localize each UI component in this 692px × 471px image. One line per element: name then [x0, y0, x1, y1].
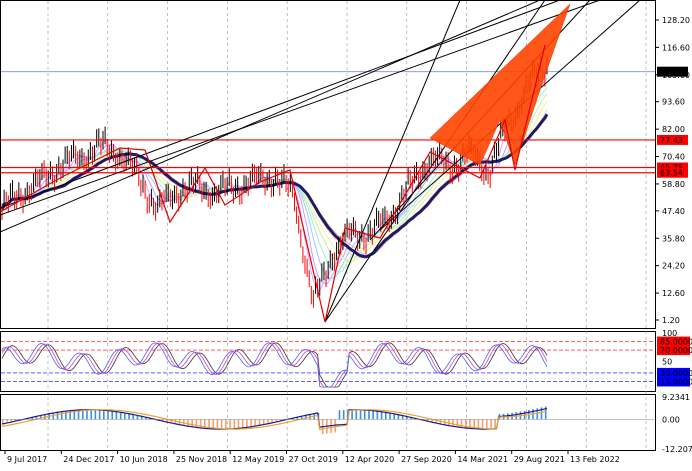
macd-histogram-bar: [246, 419, 248, 428]
macd-histogram-bar: [452, 419, 454, 427]
macd-histogram-bar: [103, 410, 105, 420]
macd-histogram-bar: [376, 411, 379, 420]
price-axis-label: 116.60: [662, 43, 690, 52]
price-axis-label: 1.20: [662, 316, 680, 325]
price-axis-label: 35.80: [662, 234, 685, 243]
macd-histogram-bar: [225, 419, 227, 430]
chart-canvas[interactable]: 128.20116.60105.0093.6082.0070.4058.8047…: [0, 0, 692, 467]
time-axis-label: 10 Jun 2018: [120, 455, 168, 464]
macd-histogram-bar: [254, 419, 257, 427]
rsi-axis-label: 50: [662, 358, 672, 367]
trading-chart-window[interactable]: 128.20116.60105.0093.6082.0070.4058.8047…: [0, 0, 692, 467]
macd-axis-label: 0.00: [662, 415, 680, 424]
time-axis-label: 13 Feb 2022: [570, 455, 620, 464]
time-axis-label: 12 May 2019: [232, 455, 284, 464]
macd-histogram-bar: [490, 419, 492, 430]
macd-histogram-bar: [107, 410, 109, 420]
macd-histogram-bar: [338, 410, 341, 420]
macd-histogram-bar: [380, 411, 383, 420]
macd-histogram-bar: [250, 419, 252, 427]
price-tag-label: 63.54: [660, 169, 683, 178]
price-axis-label: 58.80: [662, 180, 685, 189]
macd-axis-label: -12.2076: [662, 445, 692, 454]
macd-histogram-bar: [359, 409, 362, 420]
price-tag-label: 106.32: [660, 68, 688, 77]
macd-histogram-bar: [119, 412, 122, 420]
price-axis-label: 24.20: [662, 262, 685, 271]
time-axis-label: 27 Sep 2020: [401, 455, 452, 464]
macd-histogram-bar: [98, 409, 101, 420]
time-axis-label: 25 Nov 2018: [176, 455, 227, 464]
macd-histogram-bar: [368, 410, 370, 420]
macd-histogram-bar: [60, 411, 63, 420]
time-axis-label: 29 Aug 2021: [514, 455, 565, 464]
macd-histogram-bar: [372, 410, 374, 420]
macd-histogram-bar: [342, 410, 345, 420]
macd-histogram-bar: [115, 411, 118, 420]
price-axis-label: 82.00: [662, 125, 685, 134]
macd-histogram-bar: [94, 409, 97, 420]
time-axis-label: 12 Apr 2020: [345, 455, 394, 464]
macd-histogram-bar: [90, 409, 92, 420]
macd-histogram-bar: [258, 419, 261, 426]
price-axis-label: 128.20: [662, 16, 690, 25]
rsi-axis-label: 15.0000: [660, 377, 692, 386]
macd-histogram-bar: [393, 413, 395, 420]
macd-histogram-bar: [237, 419, 240, 429]
macd-histogram-bar: [389, 412, 391, 420]
price-axis-label: 12.60: [662, 289, 685, 298]
macd-histogram-bar: [216, 419, 219, 430]
macd-histogram-bar: [351, 409, 353, 420]
price-axis-label: 93.60: [662, 98, 685, 107]
macd-histogram-bar: [494, 419, 496, 429]
macd-histogram-bar: [485, 419, 488, 430]
macd-histogram-bar: [56, 412, 59, 420]
macd-histogram-bar: [111, 411, 114, 420]
macd-histogram-bar: [124, 412, 126, 420]
macd-histogram-bar: [86, 409, 88, 420]
macd-histogram-bar: [481, 419, 484, 430]
price-axis-label: 70.40: [662, 153, 685, 162]
time-axis-label: 9 Jul 2017: [7, 455, 47, 464]
macd-histogram-bar: [241, 419, 244, 428]
price-axis-label: 47.40: [662, 207, 685, 216]
price-tag-label: 77.43: [660, 136, 683, 145]
macd-histogram-bar: [229, 419, 231, 429]
macd-histogram-bar: [52, 413, 55, 420]
macd-histogram-bar: [355, 409, 358, 420]
macd-histogram-bar: [191, 419, 193, 427]
macd-histogram-bar: [334, 419, 337, 433]
chart-background: [0, 0, 692, 467]
time-axis-label: 14 Mar 2021: [457, 455, 508, 464]
macd-histogram-bar: [456, 419, 459, 427]
macd-histogram-bar: [384, 412, 387, 420]
rsi-axis-label: 70.0000: [660, 346, 692, 355]
macd-histogram-bar: [220, 419, 223, 430]
macd-histogram-bar: [363, 409, 366, 420]
macd-histogram-bar: [187, 419, 189, 427]
macd-histogram-bar: [233, 419, 236, 429]
time-axis-label: 24 Dec 2017: [63, 455, 114, 464]
time-axis-label: 27 Oct 2019: [289, 455, 338, 464]
macd-axis-label: 9.2341: [662, 393, 690, 402]
